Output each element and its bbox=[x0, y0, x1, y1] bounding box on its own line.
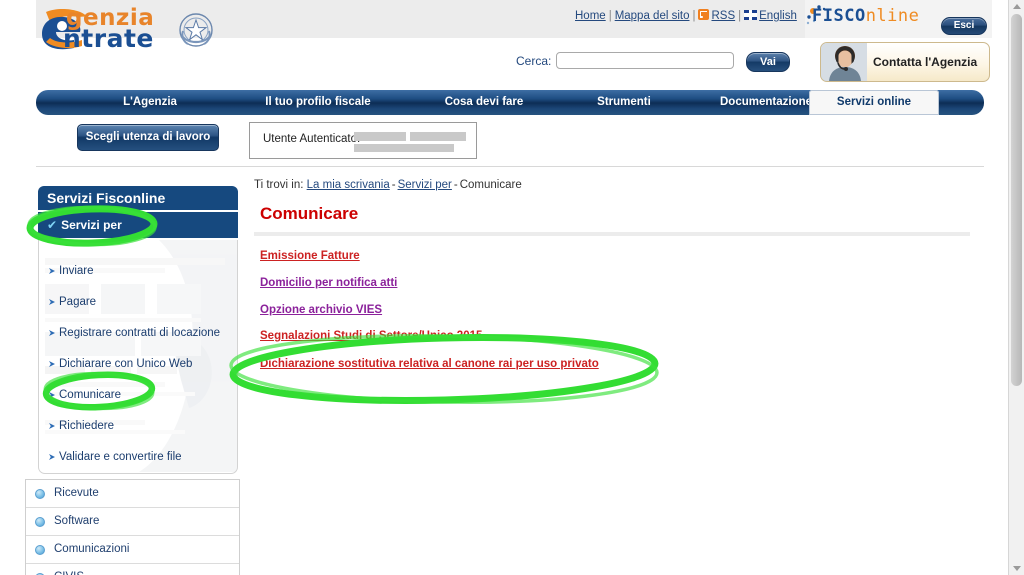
sidebar-item-servizi-per[interactable]: ✔ Servizi per bbox=[38, 212, 238, 238]
search-label: Cerca: bbox=[516, 54, 552, 68]
arrow-bullet-icon bbox=[49, 392, 55, 398]
sidebar-item-registrare[interactable]: Registrare contratti di locazione bbox=[39, 318, 237, 349]
sidebar-item-pagare-label: Pagare bbox=[59, 296, 97, 308]
sidebar-item-registrare-label: Registrare contratti di locazione bbox=[59, 327, 221, 339]
breadcrumb-current: Comunicare bbox=[459, 179, 522, 191]
title-divider bbox=[254, 232, 970, 236]
link-home[interactable]: Home bbox=[575, 10, 606, 22]
link-separator-1: | bbox=[608, 10, 612, 22]
nav-item-servizi-online[interactable]: Servizi online bbox=[809, 90, 939, 115]
page-root: genzia ntrate Home | Mappa del sito | RSS | En… bbox=[0, 0, 1024, 575]
scroll-up-arrow-icon[interactable] bbox=[1013, 4, 1021, 9]
nav-item-agenzia[interactable]: L'Agenzia bbox=[72, 90, 228, 115]
search-submit-button[interactable]: Vai bbox=[746, 52, 790, 72]
logout-button[interactable]: Esci bbox=[941, 17, 987, 35]
link-english[interactable]: English bbox=[759, 10, 797, 22]
arrow-bullet-icon bbox=[49, 361, 55, 367]
content-link-opzione-vies[interactable]: Opzione archivio VIES bbox=[260, 304, 382, 316]
page-title: Comunicare bbox=[260, 204, 359, 223]
globe-icon bbox=[35, 517, 45, 527]
header-divider bbox=[36, 166, 984, 167]
top-utility-links: Home | Mappa del sito | RSS | English bbox=[575, 9, 797, 22]
content-link-emissione-fatture[interactable]: Emissione Fatture bbox=[260, 250, 360, 262]
uk-flag-icon bbox=[744, 10, 758, 20]
rss-icon bbox=[698, 9, 710, 20]
arrow-bullet-icon bbox=[49, 454, 55, 460]
nav-item-profilo[interactable]: Il tuo profilo fiscale bbox=[228, 90, 408, 115]
sidebar-item-inviare-label: Inviare bbox=[59, 265, 94, 277]
fisconline-part1: FISCO bbox=[812, 6, 866, 26]
sidebar-secondary-list: Ricevute Software Comunicazioni CIVIS bbox=[25, 479, 240, 575]
link-sitemap[interactable]: Mappa del sito bbox=[615, 10, 690, 22]
contatta-agenzia-label: Contatta l'Agenzia bbox=[873, 55, 978, 69]
link-rss[interactable]: RSS bbox=[711, 10, 735, 22]
globe-icon bbox=[35, 489, 45, 499]
sidebar-item-comunicazioni[interactable]: Comunicazioni bbox=[26, 536, 239, 564]
breadcrumb-link-servizi-per[interactable]: Servizi per bbox=[398, 179, 452, 191]
arrow-bullet-icon bbox=[49, 268, 55, 274]
sidebar-item-comunicazioni-label: Comunicazioni bbox=[54, 543, 130, 555]
utente-autenticato-box: Utente Autenticato: bbox=[249, 122, 477, 159]
utente-autenticato-label: Utente Autenticato: bbox=[263, 133, 361, 145]
italian-republic-emblem-icon bbox=[179, 13, 213, 47]
fisconline-part2: nline bbox=[865, 6, 920, 26]
sidebar-item-validare[interactable]: Validare e convertire file bbox=[39, 442, 237, 473]
search-input[interactable] bbox=[556, 52, 734, 69]
vertical-scrollbar[interactable] bbox=[1008, 0, 1024, 575]
logo-line-2: ntrate bbox=[63, 24, 154, 53]
breadcrumb: Ti trovi in: La mia scrivania - Servizi pe… bbox=[254, 179, 522, 191]
content-link-domicilio-notifica[interactable]: Domicilio per notifica atti bbox=[260, 277, 397, 289]
main-navigation: L'Agenzia Il tuo profilo fiscale Cosa de… bbox=[36, 90, 984, 115]
sidebar-item-richiedere-label: Richiedere bbox=[59, 420, 114, 432]
check-icon: ✔ bbox=[47, 218, 58, 232]
nav-item-cosa-devi-fare[interactable]: Cosa devi fare bbox=[408, 90, 560, 115]
sidebar-item-civis[interactable]: CIVIS bbox=[26, 564, 239, 575]
sidebar-menu: Inviare Pagare Registrare contratti di l… bbox=[38, 240, 238, 474]
content-link-dichiarazione-canone-rai[interactable]: Dichiarazione sostitutiva relativa al ca… bbox=[260, 358, 599, 370]
sidebar-item-dichiarare-label: Dichiarare con Unico Web bbox=[59, 358, 193, 370]
link-separator-3: | bbox=[738, 10, 742, 22]
nav-item-strumenti[interactable]: Strumenti bbox=[560, 90, 688, 115]
sidebar-item-software-label: Software bbox=[54, 515, 100, 527]
breadcrumb-prefix: Ti trovi in: bbox=[254, 179, 304, 191]
sidebar-item-validare-label: Validare e convertire file bbox=[59, 451, 182, 463]
breadcrumb-link-scrivania[interactable]: La mia scrivania bbox=[307, 179, 390, 191]
redacted-username-part-3 bbox=[354, 144, 454, 152]
redacted-username-part-1 bbox=[354, 132, 406, 141]
content-link-segnalazioni-studi[interactable]: Segnalazioni Studi di Settore/Unico 2015 bbox=[260, 330, 482, 342]
sidebar-header: Servizi Fisconline bbox=[38, 186, 238, 210]
sidebar-item-comunicare[interactable]: Comunicare bbox=[39, 380, 237, 411]
operator-avatar-icon bbox=[821, 43, 867, 81]
sidebar-item-inviare[interactable]: Inviare bbox=[39, 256, 237, 287]
sidebar-item-pagare[interactable]: Pagare bbox=[39, 287, 237, 318]
link-separator-2: | bbox=[692, 10, 696, 22]
contatta-agenzia-button[interactable]: Contatta l'Agenzia bbox=[820, 42, 990, 82]
sidebar-item-software[interactable]: Software bbox=[26, 508, 239, 536]
sidebar-item-comunicare-label: Comunicare bbox=[59, 389, 121, 401]
sidebar-item-richiedere[interactable]: Richiedere bbox=[39, 411, 237, 442]
scegli-utenza-button[interactable]: Scegli utenza di lavoro bbox=[77, 124, 219, 151]
scroll-down-arrow-icon[interactable] bbox=[1013, 566, 1021, 571]
globe-icon bbox=[35, 545, 45, 555]
redacted-username-part-2 bbox=[410, 132, 466, 141]
breadcrumb-dash-1: - bbox=[391, 179, 396, 191]
sidebar-item-civis-label: CIVIS bbox=[54, 571, 84, 575]
operator-photo bbox=[821, 43, 867, 81]
scrollbar-thumb[interactable] bbox=[1011, 14, 1022, 386]
sidebar-item-ricevute-label: Ricevute bbox=[54, 487, 99, 499]
arrow-bullet-icon bbox=[49, 330, 55, 336]
arrow-bullet-icon bbox=[49, 299, 55, 305]
breadcrumb-dash-2: - bbox=[453, 179, 458, 191]
agenzia-entrate-logo[interactable]: genzia ntrate bbox=[36, 2, 236, 53]
sidebar-item-servizi-per-label: Servizi per bbox=[61, 218, 122, 232]
arrow-bullet-icon bbox=[49, 423, 55, 429]
sidebar-item-dichiarare[interactable]: Dichiarare con Unico Web bbox=[39, 349, 237, 380]
fisconline-logo: FISCOnline bbox=[812, 6, 919, 26]
sidebar-item-ricevute[interactable]: Ricevute bbox=[26, 480, 239, 508]
